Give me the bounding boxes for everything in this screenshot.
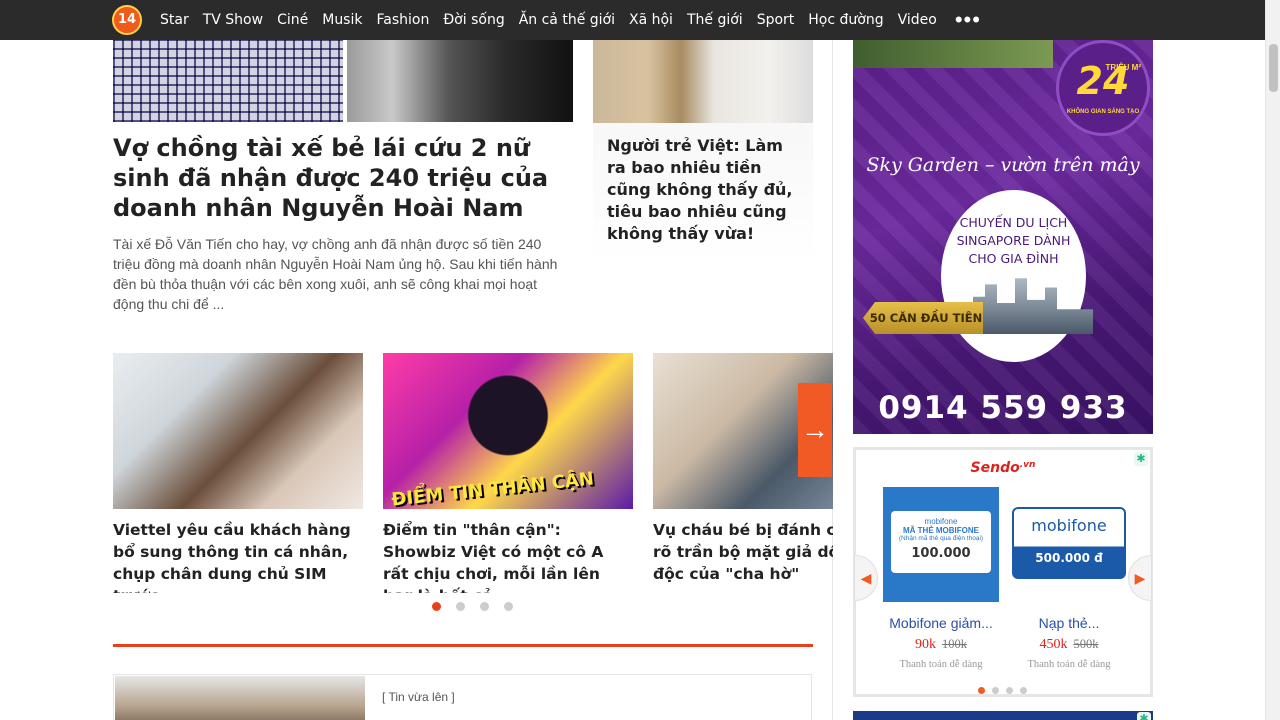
featured-article-description: Tài xế Đỗ Văn Tiến cho hay, vợ chồng anh… [113,236,558,312]
sendo-pagination [978,687,1034,694]
ad-badge-unit: TRIỆU M² [1105,63,1141,72]
card-brand: mobifone [1031,516,1107,535]
nav-item-star[interactable]: Star [160,12,189,28]
product-note: Thanh toán dễ dàng [899,659,983,670]
nav-item-hoc-duong[interactable]: Học đường [808,12,883,28]
news-carousel: Viettel yêu cầu khách hàng bổ sung thông… [113,353,833,593]
nav-item-xa-hoi[interactable]: Xã hội [629,12,673,28]
image-right-part [347,40,573,122]
carousel-item-image[interactable]: ĐIỂM TIN THÂN CẬN [383,353,633,511]
card-line1: MÃ THẺ MOBIFONE [903,526,979,535]
product-image[interactable]: mobifone 500.000 đ [1011,487,1127,602]
ad-phone-number: 0914 559 933 [878,390,1128,426]
nav-item-the-gioi[interactable]: Thế giới [687,12,743,28]
side-article-card[interactable]: Người trẻ Việt: Làm ra bao nhiêu tiền cũ… [593,40,813,262]
carousel-item[interactable]: Viettel yêu cầu khách hàng bổ sung thông… [113,353,363,593]
ad-garden-image [853,40,1053,68]
carousel-item[interactable]: ĐIỂM TIN THÂN CẬN Điểm tin "thân cận": S… [383,353,633,593]
carousel-dot[interactable] [432,602,441,611]
top-navigation: 14 Star TV Show Ciné Musik Fashion Đời s… [0,0,1265,40]
product-image[interactable]: mobifone MÃ THẺ MOBIFONE (Nhận mã thẻ qu… [883,487,999,602]
price-current: 450k [1039,637,1068,652]
image-overlay-text: ĐIỂM TIN THÂN CẬN [390,468,595,511]
card-line2: (Nhận mã thẻ qua điện thoại) [898,535,984,542]
carousel-item-title[interactable]: Viettel yêu cầu khách hàng bổ sung thông… [113,519,363,593]
carousel-dot[interactable] [456,602,465,611]
sendo-dot[interactable] [992,687,999,694]
mobifone-card: mobifone MÃ THẺ MOBIFONE (Nhận mã thẻ qu… [891,511,991,573]
carousel-item-title[interactable]: Vụ cháu bé bị đánh chết: Lộ rõ trần bộ m… [653,519,833,585]
side-article-title[interactable]: Người trẻ Việt: Làm ra bao nhiêu tiền cũ… [593,123,813,245]
product-name[interactable]: Nạp thẻ... [1010,615,1128,631]
page-scrollbar[interactable] [1265,0,1280,720]
carousel-next-arrow-icon[interactable]: → [798,383,832,477]
news-list-item[interactable]: [ Tin vừa lên ] [113,674,812,720]
sendo-dot[interactable] [1006,687,1013,694]
sendo-product[interactable]: mobifone 500.000 đ Nạp thẻ... 450k 500k T… [1010,487,1128,670]
nav-item-an-ca-the-gioi[interactable]: Ăn cả thế giới [519,12,615,28]
price-old: 100k [942,637,967,651]
image-left-part [113,40,343,122]
product-note: Thanh toán dễ dàng [1027,659,1111,670]
mobifone-card: mobifone 500.000 đ [1012,507,1126,579]
adchoices-icon[interactable]: ✱ [1137,712,1151,720]
sendo-product-widget: Sendo.vn ✱ ◀ ▶ mobifone MÃ THẺ MOBIFONE … [853,447,1153,697]
carousel-item-image[interactable] [113,353,363,509]
product-name[interactable]: Mobifone giảm... [882,615,1000,631]
ad-badge: 24 TRIỆU M² KHÔNG GIAN SÁNG TẠO [1056,40,1150,136]
ad-ribbon: 50 CĂN ĐẦU TIÊN [863,302,983,334]
carousel-dot[interactable] [480,602,489,611]
carousel-pagination [432,602,528,611]
sendo-product[interactable]: mobifone MÃ THẺ MOBIFONE (Nhận mã thẻ qu… [882,487,1000,670]
featured-article-title[interactable]: Vợ chồng tài xế bẻ lái cứu 2 nữ sinh đã … [113,133,573,223]
nav-item-musik[interactable]: Musik [322,12,362,28]
news-item-image[interactable] [115,676,365,720]
card-value: 500.000 đ [1035,551,1103,565]
bottom-ad-banner[interactable]: ✱ [853,711,1153,720]
carousel-item-title[interactable]: Điểm tin "thân cận": Showbiz Việt có một… [383,519,633,593]
card-brand: mobifone [924,517,958,526]
ad-circle-text: CHUYẾN DU LỊCH SINGAPORE DÀNH CHO GIA ĐÌ… [956,215,1071,266]
nav-item-doi-song[interactable]: Đời sống [443,12,504,28]
sendo-logo[interactable]: Sendo.vn [856,460,1150,476]
product-price: 90k 100k [882,637,1000,653]
carousel-dot[interactable] [504,602,513,611]
card-value: 100.000 [911,546,971,561]
nav-item-tv-show[interactable]: TV Show [203,12,263,28]
sendo-prev-arrow-icon[interactable]: ◀ [854,555,878,601]
featured-article-image[interactable] [113,40,573,122]
price-old: 500k [1073,637,1099,651]
sendo-logo-name: Sendo [970,460,1020,476]
price-current: 90k [915,637,936,652]
ad-slogan: Sky Garden – vườn trên mây [866,154,1140,176]
sendo-logo-suffix: .vn [1019,460,1036,470]
side-article-image[interactable] [593,40,813,123]
kenh14-logo[interactable]: 14 [112,5,142,35]
logo-text: 14 [117,12,137,27]
sendo-dot[interactable] [978,687,985,694]
adchoices-icon[interactable]: ✱ [1134,452,1148,466]
nav-item-sport[interactable]: Sport [757,12,795,28]
sendo-dot[interactable] [1020,687,1027,694]
sky-garden-ad-banner[interactable]: 24 TRIỆU M² KHÔNG GIAN SÁNG TẠO Sky Gard… [853,40,1153,434]
more-menu-icon[interactable]: ••• [955,9,981,31]
nav-item-video[interactable]: Video [898,12,937,28]
nav-menu: Star TV Show Ciné Musik Fashion Đời sống… [160,0,981,40]
ad-badge-subtitle: KHÔNG GIAN SÁNG TẠO [1066,109,1140,115]
scrollbar-thumb[interactable] [1269,44,1278,92]
nav-item-fashion[interactable]: Fashion [376,12,429,28]
nav-item-cine[interactable]: Ciné [277,12,308,28]
news-item-tag[interactable]: [ Tin vừa lên ] [382,690,455,704]
product-price: 450k 500k [1010,637,1128,653]
sendo-next-arrow-icon[interactable]: ▶ [1128,555,1152,601]
section-divider [113,644,813,647]
